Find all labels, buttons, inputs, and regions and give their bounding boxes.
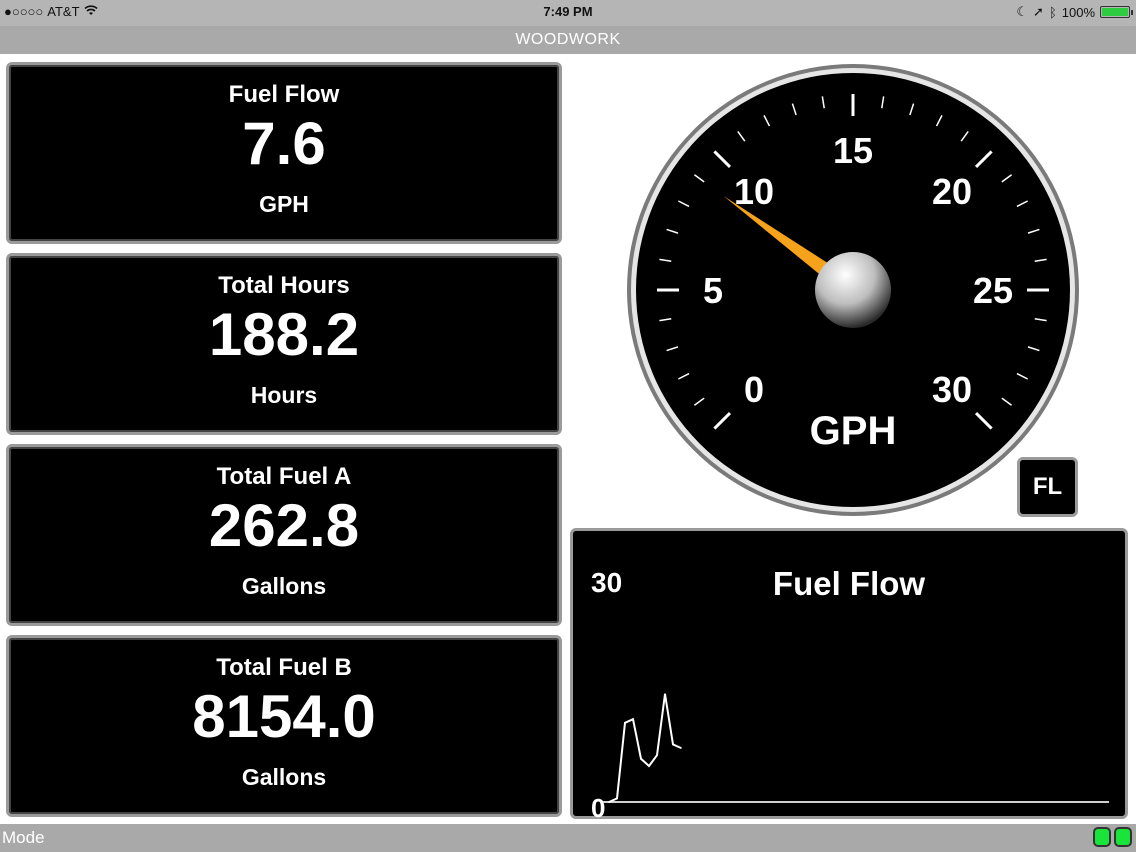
status-indicator-1 [1093,827,1111,847]
tile-value: 7.6 [242,110,326,177]
gauge-scale-label: 15 [833,130,873,171]
bottom-bar: Mode [0,824,1136,852]
status-indicator-2 [1114,827,1132,847]
fuel-flow-gauge[interactable]: 0 5 10 15 20 25 30 GPH [625,62,1081,518]
mode-button[interactable]: Mode [2,824,45,852]
fl-button[interactable]: FL [1017,457,1078,517]
gauge-dial: 0 5 10 15 20 25 30 GPH [627,64,1079,516]
tile-value: 188.2 [208,301,360,368]
tile-unit: Hours [250,382,318,408]
tile-total-hours[interactable]: Total Hours 188.2 Hours [6,253,562,435]
gauge-scale-label: 10 [734,171,774,212]
gauge-scale-label: 25 [973,270,1013,311]
gauge-scale-label: 20 [932,171,972,212]
status-right: ☾ ➚ ᛒ 100% [1016,4,1133,20]
gauge-scale-label: 5 [703,270,723,311]
location-arrow-icon: ➚ [1033,4,1044,19]
tile-unit: Gallons [241,764,327,790]
tile-label: Fuel Flow [228,81,340,108]
tile-unit: Gallons [241,573,327,599]
tile-label: Total Fuel B [216,654,352,681]
bluetooth-icon: ᛒ [1048,4,1057,20]
moon-icon: ☾ [1016,4,1029,19]
tile-label: Total Fuel A [216,463,352,490]
tile-value: 8154.0 [192,683,376,750]
gauge-unit-label: GPH [810,409,897,453]
tile-total-fuel-a[interactable]: Total Fuel A 262.8 Gallons [6,444,562,626]
status-time: 7:49 PM [543,4,593,19]
fuel-flow-graph[interactable]: Fuel Flow 30 0 [570,528,1128,823]
gauge-hub [815,252,891,328]
battery-percent: 100% [1061,4,1095,20]
indicator-group [1093,827,1132,847]
graph-plot [603,693,1109,803]
tile-fuel-flow[interactable]: Fuel Flow 7.6 GPH [6,62,562,244]
app-title: WOODWORK [0,26,1136,54]
graph-series-line [608,693,682,803]
status-bar: ●○○○○ AT&T 7:49 PM ☾ ➚ ᛒ 100% [0,0,1136,26]
battery-icon [1100,6,1133,18]
tile-unit: GPH [259,191,309,217]
gauge-scale-label: 0 [744,369,764,410]
gauge-scale-label: 30 [932,369,972,410]
tile-label: Total Hours [218,272,350,299]
tile-value: 262.8 [208,492,360,559]
tile-total-fuel-b[interactable]: Total Fuel B 8154.0 Gallons [6,635,562,817]
